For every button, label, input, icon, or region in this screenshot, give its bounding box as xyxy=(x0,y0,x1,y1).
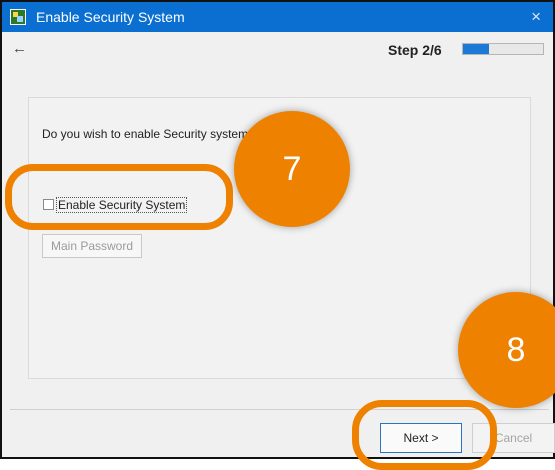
step-7-marker: 7 xyxy=(234,111,350,227)
step-indicator: Step 2/6 xyxy=(388,42,442,58)
step-8-number: 8 xyxy=(506,331,526,369)
step-progress-bar xyxy=(462,43,544,55)
title-bar: Enable Security System × xyxy=(2,2,553,32)
next-button-highlight-ring xyxy=(352,400,497,470)
back-arrow-icon[interactable]: ← xyxy=(12,40,27,57)
step-progress-fill xyxy=(463,44,490,54)
main-password-label: Main Password xyxy=(50,239,134,253)
step-7-number: 7 xyxy=(282,150,302,188)
step-navigation: ← Step 2/6 xyxy=(2,32,553,66)
checkbox-highlight-ring xyxy=(5,164,233,230)
window-title: Enable Security System xyxy=(36,9,185,25)
close-icon[interactable]: × xyxy=(531,7,541,27)
main-password-button[interactable]: Main Password xyxy=(42,234,142,258)
security-app-icon xyxy=(10,9,26,25)
security-question: Do you wish to enable Security system? xyxy=(42,127,255,141)
